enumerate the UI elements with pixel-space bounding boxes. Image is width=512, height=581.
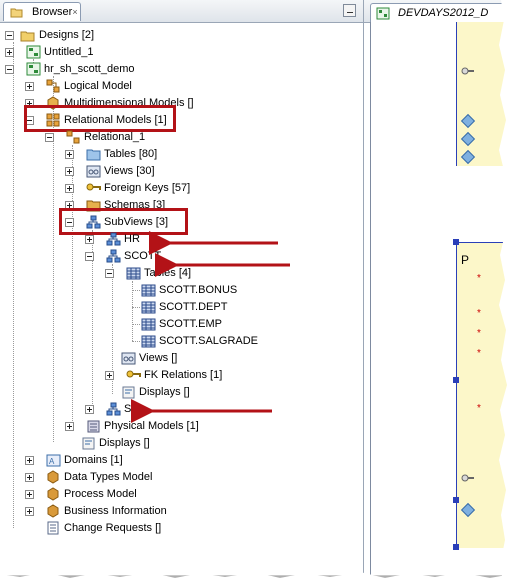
torn-edge-bottom [0, 572, 512, 581]
torn-edge-right [499, 0, 512, 581]
annotation-arrows [131, 231, 290, 423]
window-frame: Browser × Designs [2] Untitled_1 hr_sh_s… [0, 0, 510, 576]
